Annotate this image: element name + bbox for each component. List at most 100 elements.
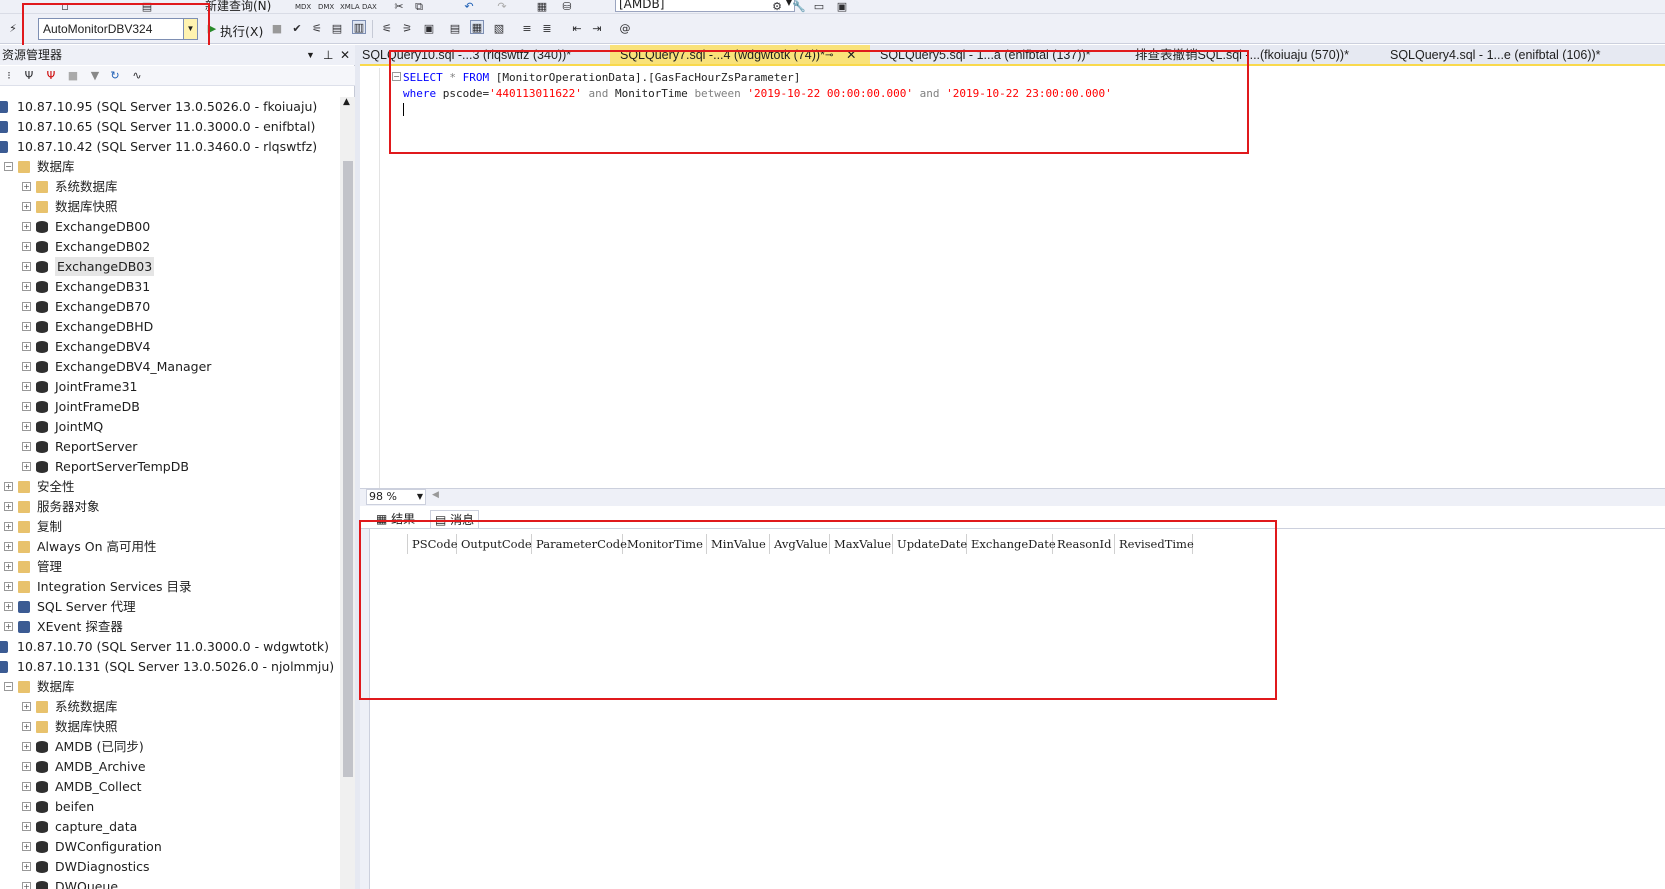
column-header[interactable]: AvgValue (770, 534, 830, 554)
expand-icon[interactable]: + (22, 302, 31, 311)
expand-icon[interactable]: + (22, 322, 31, 331)
tree-item-folder[interactable]: − 数据库 (0, 157, 340, 176)
comment-icon[interactable]: ≡ (520, 22, 534, 36)
expand-icon[interactable]: + (22, 802, 31, 811)
column-header[interactable]: OutputCode (457, 534, 532, 554)
expand-icon[interactable]: + (22, 442, 31, 451)
collapse-icon[interactable]: − (4, 682, 13, 691)
column-header[interactable]: ExchangeDate (967, 534, 1056, 554)
scroll-left-icon[interactable]: ◀ (432, 490, 439, 500)
collapse-icon[interactable]: − (4, 162, 13, 171)
tree-item-folder[interactable]: − 数据库 (0, 677, 340, 696)
cut-icon[interactable]: ✂ (392, 0, 406, 13)
results-to-grid-icon[interactable]: ▦ (470, 20, 484, 34)
expand-icon[interactable]: + (4, 602, 13, 611)
mdx-icon[interactable]: MDX (295, 0, 311, 13)
tree-item-folder[interactable]: + 服务器对象 (0, 497, 340, 516)
tree-item-db[interactable]: + AMDB_Collect (0, 777, 340, 796)
expand-icon[interactable]: + (22, 422, 31, 431)
pin-icon[interactable]: ⊸ (825, 45, 833, 64)
expand-icon[interactable]: + (4, 582, 13, 591)
pin-icon[interactable]: ⊥ (323, 45, 333, 65)
tab-sqlquery10[interactable]: SQLQuery10.sql -...3 (rlqswtfz (340))* (360, 45, 602, 64)
tree-item-db[interactable]: + ExchangeDBHD (0, 317, 340, 336)
specify-values-icon[interactable]: @ (618, 22, 632, 36)
expand-icon[interactable]: + (4, 622, 13, 631)
properties-icon[interactable]: ⚙ (770, 0, 784, 13)
column-header[interactable]: ParameterCode (532, 534, 627, 554)
tree-item-db[interactable]: + ExchangeDBV4 (0, 337, 340, 356)
parse-check-icon[interactable]: ✔ (290, 22, 304, 36)
available-databases-select[interactable]: [AMDB] ▼ (615, 0, 795, 12)
tree-item-server[interactable]: 10.87.10.95 (SQL Server 13.0.5026.0 - fk… (0, 97, 340, 116)
tab-revoke-sql[interactable]: 排查表撤销SQL.sql -...(fkoiuaju (570))* (1125, 45, 1380, 64)
redo-icon[interactable]: ↷ (495, 0, 509, 13)
tree-item-db[interactable]: + DWDiagnostics (0, 857, 340, 876)
expand-icon[interactable]: + (22, 742, 31, 751)
expand-icon[interactable]: + (22, 822, 31, 831)
undo-icon[interactable]: ↶ (462, 0, 476, 13)
tree-item-db[interactable]: + ExchangeDB03 (0, 257, 340, 276)
tree-item-db[interactable]: + beifen (0, 797, 340, 816)
live-stats-icon[interactable]: ⚞ (400, 22, 414, 36)
connect-icon[interactable]: ⚡ (6, 22, 20, 36)
tree-item-agent[interactable]: + SQL Server 代理 (0, 597, 340, 616)
tab-results[interactable]: ▦ 结果 (376, 510, 415, 528)
filter-icon[interactable]: ▼ (88, 69, 102, 83)
tree-item-db[interactable]: + JointFrame31 (0, 377, 340, 396)
results-to-text-icon[interactable]: ▤ (448, 22, 462, 36)
tab-messages[interactable]: ▤ 消息 (430, 510, 480, 528)
expand-icon[interactable]: + (22, 202, 31, 211)
dropdown-icon[interactable]: ▼ (306, 45, 315, 65)
tab-sqlquery7[interactable]: SQLQuery7.sql -...4 (wdgwtotk (74))* ⊸ ✕ (610, 45, 870, 64)
column-header[interactable]: MinValue (707, 534, 770, 554)
expand-icon[interactable]: + (22, 862, 31, 871)
tree-item-server[interactable]: 10.87.10.131 (SQL Server 13.0.5026.0 - n… (0, 657, 340, 676)
actual-plan-icon[interactable]: ⚟ (380, 22, 394, 36)
increase-indent-icon[interactable]: ⇥ (590, 22, 604, 36)
tree-item-server[interactable]: 10.87.10.42 (SQL Server 11.0.3460.0 - rl… (0, 137, 340, 156)
uncomment-icon[interactable]: ≣ (540, 22, 554, 36)
window-icon[interactable]: ▭ (812, 0, 826, 13)
results-grid[interactable] (360, 529, 1665, 889)
tree-item-folder[interactable]: + 复制 (0, 517, 340, 536)
column-header[interactable]: MaxValue (830, 534, 893, 554)
tree-item-db[interactable]: + DWConfiguration (0, 837, 340, 856)
expand-icon[interactable]: + (4, 542, 13, 551)
expand-icon[interactable]: + (22, 762, 31, 771)
stop-icon[interactable]: ■ (66, 69, 80, 83)
tree-item-server[interactable]: 10.87.10.65 (SQL Server 11.0.3000.0 - en… (0, 117, 340, 136)
close-icon[interactable]: ✕ (340, 45, 350, 65)
expand-icon[interactable]: + (22, 382, 31, 391)
intellisense-icon[interactable]: ▥ (352, 20, 366, 34)
expand-icon[interactable]: + (22, 722, 31, 731)
client-stats-icon[interactable]: ▣ (422, 22, 436, 36)
expand-icon[interactable]: + (22, 342, 31, 351)
tree-item-db[interactable]: + ReportServerTempDB (0, 457, 340, 476)
tree-item-db[interactable]: + ExchangeDBV4_Manager (0, 357, 340, 376)
column-header[interactable]: ReasonId (1053, 534, 1115, 554)
scroll-up-icon[interactable]: ▲ (343, 97, 350, 107)
tree-item-db[interactable]: + DWQueue (0, 877, 340, 889)
expand-icon[interactable]: + (22, 402, 31, 411)
tree-item-db[interactable]: + ExchangeDB31 (0, 277, 340, 296)
toolbox-icon[interactable]: ▣ (835, 0, 849, 13)
query-options-icon[interactable]: ▤ (330, 22, 344, 36)
refresh-icon[interactable]: ↻ (108, 69, 122, 83)
expand-icon[interactable]: + (22, 282, 31, 291)
tree-item-folder[interactable]: + 系统数据库 (0, 177, 340, 196)
results-to-file-icon[interactable]: ▧ (492, 22, 506, 36)
expand-icon[interactable]: + (22, 222, 31, 231)
expand-icon[interactable]: + (22, 462, 31, 471)
column-header[interactable]: UpdateDate (893, 534, 967, 554)
expand-icon[interactable]: + (22, 702, 31, 711)
tree-item-folder[interactable]: + Always On 高可用性 (0, 537, 340, 556)
scrollbar-thumb[interactable] (343, 161, 353, 777)
expand-icon[interactable]: + (4, 522, 13, 531)
new-query-icon[interactable]: ▤ (140, 0, 154, 13)
expand-icon[interactable]: + (22, 782, 31, 791)
connect-dropdown-icon[interactable]: ⁝ (2, 69, 16, 83)
disconnect-icon[interactable]: Ψ (44, 69, 58, 83)
tree-item-folder[interactable]: + 管理 (0, 557, 340, 576)
tree-item-server[interactable]: 10.87.10.70 (SQL Server 11.0.3000.0 - wd… (0, 637, 340, 656)
